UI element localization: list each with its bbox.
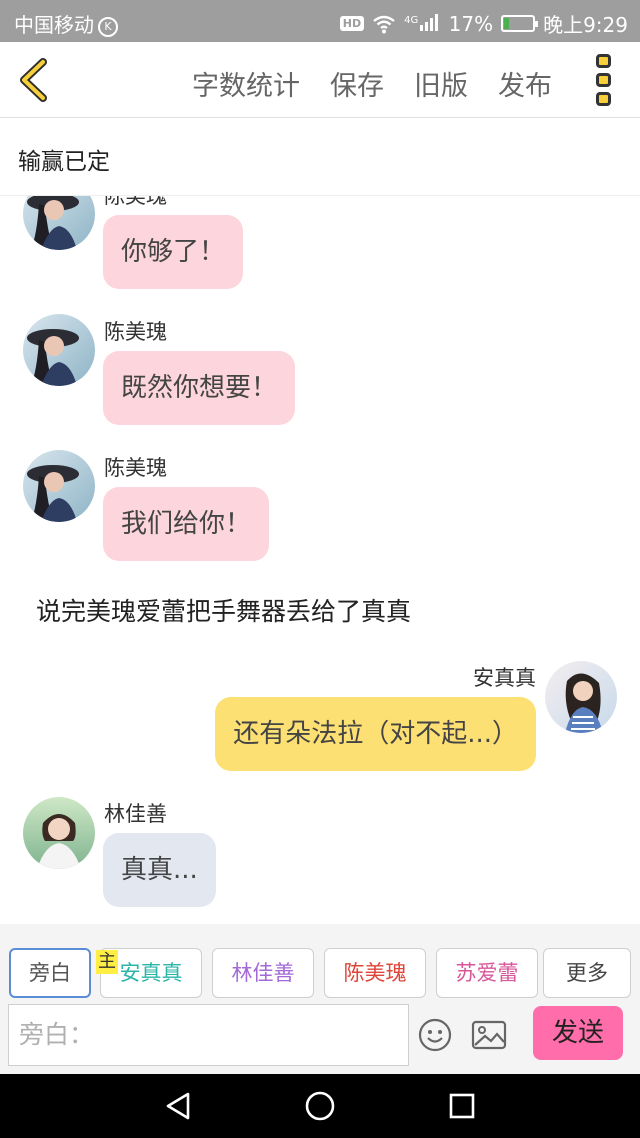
clock: 晚上9:29	[543, 13, 628, 37]
carrier-k-icon: K	[98, 17, 118, 37]
role-selector-bar: 旁白 安真真 主 林佳善 陈美瑰 苏爱蕾 更多 旁白： 发送	[0, 924, 640, 1074]
story-title-bar[interactable]: 输赢已定	[0, 118, 640, 196]
sender-name: 陈美瑰	[104, 456, 167, 480]
avatar-an-zhenzhen[interactable]	[545, 661, 617, 733]
battery-fill	[504, 18, 509, 29]
more-roles-button[interactable]: 更多	[543, 948, 631, 998]
publish-button[interactable]: 发布	[498, 64, 552, 103]
hd-icon: HD	[339, 16, 365, 31]
message-bubble[interactable]: 真真...	[103, 833, 216, 907]
avatar-chen-meigui[interactable]	[23, 196, 95, 250]
avatar-chen-meigui[interactable]	[23, 450, 95, 522]
emoji-icon[interactable]	[418, 1018, 452, 1052]
message-bubble[interactable]: 我们给你！	[103, 487, 270, 561]
battery-percent: 17%	[448, 11, 494, 36]
wifi-icon	[373, 15, 395, 33]
sender-name: 陈美瑰	[104, 320, 167, 344]
carrier-name: 中国移动	[14, 13, 94, 37]
message-bubble[interactable]: 你够了！	[103, 215, 244, 289]
chat-area[interactable]: 陈美瑰 你够了！ 陈美瑰 既然你想要！ 陈美瑰 我们给你！ 说完美瑰爱蕾把手舞器…	[0, 196, 640, 924]
role-chip-lin-jiashan[interactable]: 林佳善	[212, 948, 314, 998]
sender-name: 林佳善	[104, 802, 167, 826]
role-chip-su-ailei[interactable]: 苏爱蕾	[436, 948, 538, 998]
image-icon[interactable]	[471, 1020, 507, 1050]
top-toolbar: 字数统计 保存 旧版 发布	[0, 42, 640, 118]
message-bubble[interactable]: 既然你想要！	[103, 351, 296, 425]
more-menu-icon[interactable]	[596, 54, 616, 106]
word-count-button[interactable]: 字数统计	[192, 64, 300, 103]
old-version-button[interactable]: 旧版	[414, 64, 468, 103]
cell-signal: 4G	[404, 12, 440, 36]
toolbar-actions: 字数统计 保存 旧版 发布	[192, 64, 552, 103]
main-character-badge: 主	[96, 950, 118, 974]
nav-back-icon[interactable]	[164, 1091, 192, 1121]
save-button[interactable]: 保存	[330, 64, 384, 103]
story-title: 输赢已定	[18, 149, 110, 175]
narration-text[interactable]: 说完美瑰爱蕾把手舞器丢给了真真	[36, 592, 411, 628]
status-right: HD 4G 17% 晚上9:29	[339, 9, 628, 38]
avatar-chen-meigui[interactable]	[23, 314, 95, 386]
role-chip-chen-meigui[interactable]: 陈美瑰	[324, 948, 426, 998]
nav-recents-icon[interactable]	[449, 1093, 475, 1119]
send-button[interactable]: 发送	[533, 1006, 623, 1060]
nav-home-icon[interactable]	[304, 1090, 336, 1122]
message-input[interactable]: 旁白：	[8, 1004, 409, 1066]
network-type: 4G	[404, 14, 419, 26]
cell-signal-icon	[419, 13, 438, 31]
carrier: 中国移动 K	[14, 9, 118, 38]
message-bubble[interactable]: 还有朵法拉（对不起...）	[215, 697, 536, 771]
back-chevron-icon[interactable]	[16, 58, 52, 102]
battery-icon	[501, 15, 539, 32]
android-nav-bar	[0, 1074, 640, 1138]
avatar-lin-jiashan[interactable]	[23, 797, 95, 869]
status-bar: 中国移动 K HD 4G 17% 晚上9:29	[0, 0, 640, 42]
role-chip-narrator[interactable]: 旁白	[9, 948, 91, 998]
sender-name: 陈美瑰	[104, 196, 167, 208]
sender-name: 安真真	[473, 666, 536, 690]
